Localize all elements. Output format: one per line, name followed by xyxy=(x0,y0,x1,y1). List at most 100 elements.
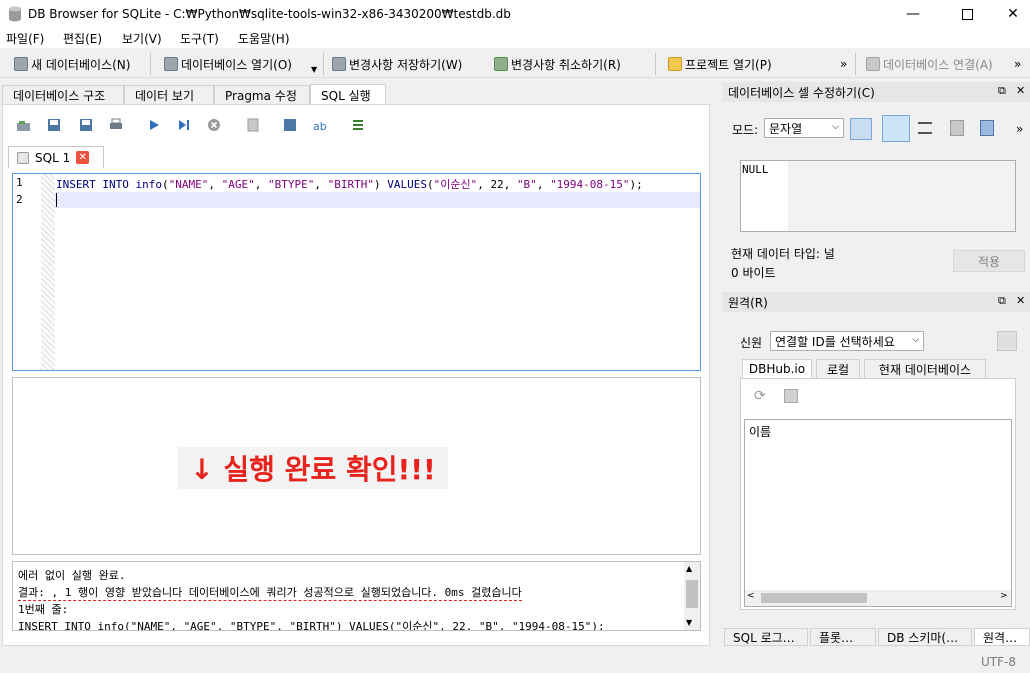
svg-text:ab: ab xyxy=(313,120,327,133)
tab-dbhub[interactable]: DBHub.io xyxy=(742,359,812,378)
cell-value-editor[interactable]: NULL xyxy=(740,160,1016,232)
menu-bar: 파일(F) 편집(E) 보기(V) 도구(T) 도움말(H) xyxy=(0,28,1030,48)
close-dock-icon[interactable]: ✕ xyxy=(1016,84,1025,97)
word-wrap-icon[interactable] xyxy=(882,115,910,142)
tab-browse-data[interactable]: 데이터 보기 xyxy=(124,85,214,104)
new-database-button[interactable]: 새 데이터베이스(N) xyxy=(14,54,130,74)
menu-edit[interactable]: 편집(E) xyxy=(63,30,102,47)
export-file-icon[interactable] xyxy=(980,120,994,136)
close-dock-icon[interactable]: ✕ xyxy=(1016,294,1025,307)
line-number: 1 xyxy=(16,176,23,189)
tab-db-schema[interactable]: DB 스키마(… xyxy=(878,628,972,646)
sql-keyword: INSERT INTO xyxy=(56,178,129,191)
sql-editor-tab[interactable]: SQL 1 ✕ xyxy=(8,146,104,168)
toolbar-separator xyxy=(655,53,656,75)
menu-tools[interactable]: 도구(T) xyxy=(180,30,219,47)
chevron-down-icon: ⌵ xyxy=(912,335,919,345)
open-database-button[interactable]: 데이터베이스 열기(O) xyxy=(164,54,292,74)
toolbar-overflow-button[interactable]: » xyxy=(840,54,847,74)
minimize-button[interactable]: — xyxy=(890,0,936,28)
new-database-icon xyxy=(14,57,28,71)
import-file-icon[interactable] xyxy=(950,120,964,136)
attach-database-icon xyxy=(866,57,880,71)
save-results-view-icon[interactable] xyxy=(246,117,262,133)
find-text-icon[interactable] xyxy=(282,117,298,133)
float-dock-icon[interactable]: ⧉ xyxy=(998,84,1006,98)
close-button[interactable]: ✕ xyxy=(990,0,1030,28)
refresh-icon[interactable]: ⟳ xyxy=(754,388,770,404)
identity-settings-icon[interactable] xyxy=(997,331,1017,351)
sql-column: "AGE" xyxy=(221,178,255,191)
maximize-button[interactable] xyxy=(944,0,990,28)
open-project-button[interactable]: 프로젝트 열기(P) xyxy=(668,54,772,74)
data-type-label: 현재 데이터 타입: 널 xyxy=(731,247,835,261)
message-pane[interactable]: 에러 없이 실행 완료. 결과: , 1 행이 영향 받았습니다 데이터베이스에… xyxy=(12,561,701,631)
text-cursor xyxy=(56,193,57,207)
open-tab-icon[interactable] xyxy=(16,117,32,133)
toolbar-separator xyxy=(150,53,151,75)
tab-sql-log[interactable]: SQL 로그… xyxy=(724,628,808,646)
menu-view[interactable]: 보기(V) xyxy=(122,30,162,47)
main-tab-bar: 데이터베이스 구조 데이터 보기 Pragma 수정 SQL 실행 xyxy=(0,84,720,105)
open-project-label: 프로젝트 열기(P) xyxy=(685,57,772,72)
overflow-icon[interactable]: » xyxy=(1016,122,1023,136)
print-icon[interactable] xyxy=(108,117,124,133)
scroll-down-icon[interactable]: ▼ xyxy=(686,618,692,627)
message-line: 결과: , 1 행이 영향 받았습니다 데이터베이스에 쿼리가 성공적으로 실행… xyxy=(18,586,522,601)
scroll-thumb[interactable] xyxy=(686,580,698,608)
close-tab-icon[interactable]: ✕ xyxy=(76,151,90,164)
fold-margin xyxy=(41,174,55,370)
tab-local[interactable]: 로컬 xyxy=(816,359,860,378)
save-sql-file-icon[interactable] xyxy=(78,117,94,133)
message-line: 에러 없이 실행 완료. xyxy=(18,569,126,582)
horizontal-scrollbar[interactable]: < > xyxy=(745,590,1011,606)
clone-database-icon[interactable] xyxy=(784,389,798,403)
tab-database-structure[interactable]: 데이터베이스 구조 xyxy=(2,85,124,104)
cell-value: NULL xyxy=(742,163,769,176)
remote-file-list[interactable]: 이름 < > xyxy=(744,419,1012,607)
attach-database-label: 데이터베이스 연결(A) xyxy=(883,57,993,72)
mode-select[interactable]: 문자열 ⌵ xyxy=(764,118,844,138)
comment-block-icon[interactable] xyxy=(350,117,366,133)
auto-format-icon[interactable] xyxy=(918,122,932,134)
menu-help[interactable]: 도움말(H) xyxy=(238,30,290,47)
sql-value: "이순신" xyxy=(433,178,478,191)
find-replace-icon[interactable]: ab xyxy=(312,117,328,133)
tab-current-database[interactable]: 현재 데이터베이스 xyxy=(864,359,986,378)
sql-column: "NAME" xyxy=(168,178,209,191)
message-line: 1번째 줄: xyxy=(18,603,69,616)
chevron-down-icon: ⌵ xyxy=(832,122,839,132)
menu-file[interactable]: 파일(F) xyxy=(6,30,44,47)
tab-execute-sql[interactable]: SQL 실행 xyxy=(310,84,386,105)
title-bar: DB Browser for SQLite - C:₩Python₩sqlite… xyxy=(0,0,1030,28)
toolbar-overflow-button-right[interactable]: » xyxy=(1014,54,1021,74)
apply-button[interactable]: 적용 xyxy=(953,250,1025,272)
float-dock-icon[interactable]: ⧉ xyxy=(998,294,1006,308)
revert-changes-button[interactable]: 변경사항 취소하기(R) xyxy=(494,54,621,74)
revert-changes-label: 변경사항 취소하기(R) xyxy=(511,57,621,72)
tab-plot[interactable]: 플롯… xyxy=(810,628,876,646)
tab-remote[interactable]: 원격… xyxy=(974,628,1030,646)
execute-all-icon[interactable] xyxy=(146,117,162,133)
scroll-up-icon[interactable]: ▲ xyxy=(686,564,692,573)
sql-toolbar: ab xyxy=(8,113,368,139)
identity-select[interactable]: 연결할 ID를 선택하세요 ⌵ xyxy=(770,331,924,351)
sql-column: "BTYPE" xyxy=(267,178,315,191)
write-changes-button[interactable]: 변경사항 저장하기(W) xyxy=(332,54,462,74)
message-scrollbar[interactable]: ▲ ▼ xyxy=(684,562,700,630)
tab-edit-pragmas[interactable]: Pragma 수정 xyxy=(214,85,310,104)
open-database-dropdown-icon[interactable]: ▼ xyxy=(311,59,317,79)
edit-cell-dock-header: 데이터베이스 셀 수정하기(C) ⧉ ✕ xyxy=(722,82,1030,102)
scroll-left-icon[interactable]: < xyxy=(747,591,755,601)
attach-database-button[interactable]: 데이터베이스 연결(A) xyxy=(866,54,993,74)
scroll-right-icon[interactable]: > xyxy=(1000,591,1008,601)
sql-editor[interactable]: 1 2 INSERT INTO info("NAME", "AGE", "BTY… xyxy=(12,173,701,371)
open-sql-file-icon[interactable] xyxy=(46,117,62,133)
scroll-thumb[interactable] xyxy=(761,593,867,603)
write-changes-icon xyxy=(332,57,346,71)
edit-cell-title: 데이터베이스 셀 수정하기(C) xyxy=(728,85,875,100)
stop-execution-icon[interactable] xyxy=(206,117,222,133)
execute-current-line-icon[interactable] xyxy=(176,117,192,133)
identity-select-value: 연결할 ID를 선택하세요 xyxy=(775,335,895,349)
auto-switch-mode-icon[interactable] xyxy=(850,118,872,140)
